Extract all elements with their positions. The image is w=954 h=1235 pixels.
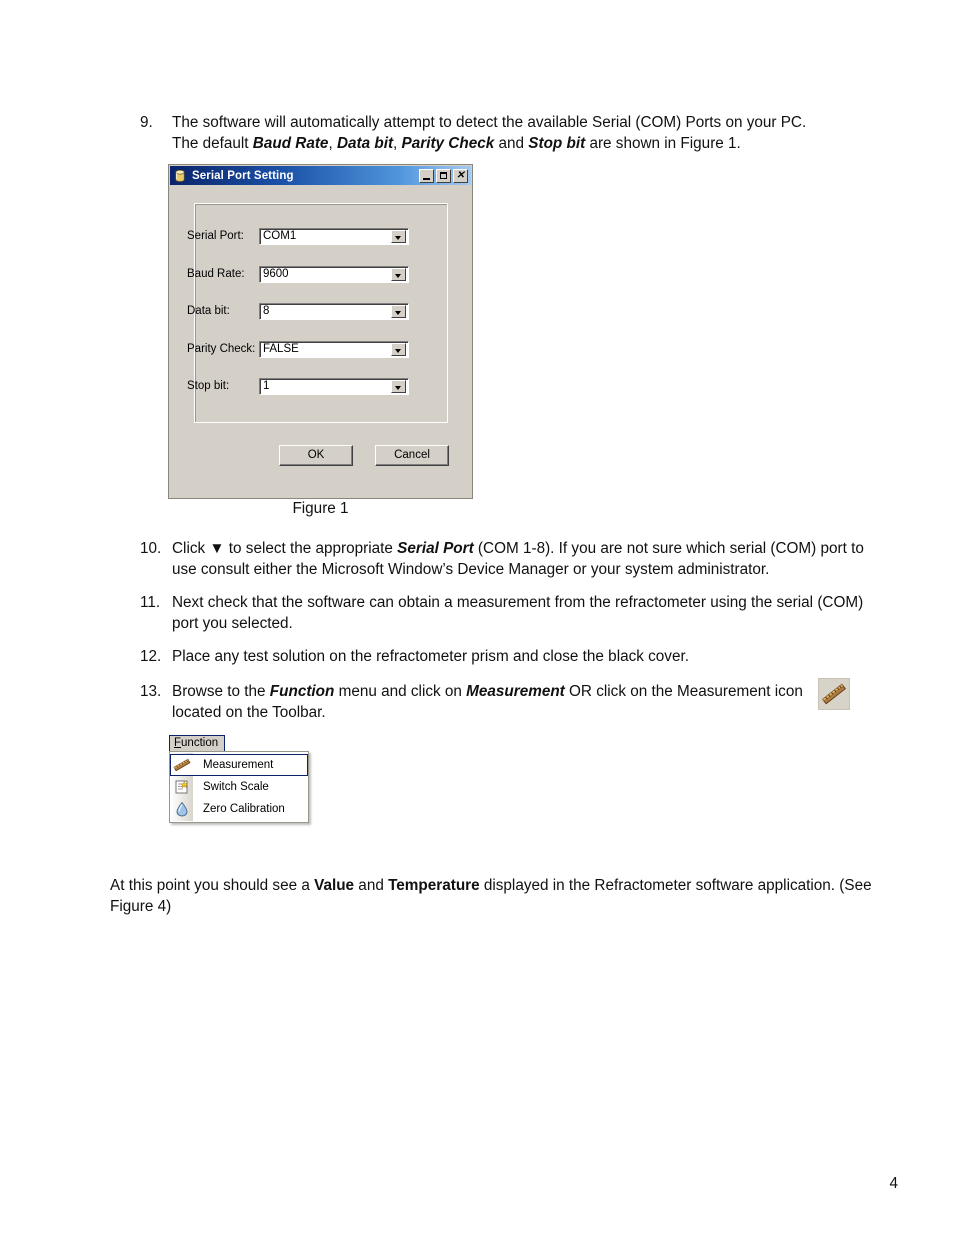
step-item-13: 13. Browse to the Function menu and clic… (140, 681, 840, 723)
dialog-title: Serial Port Setting (192, 169, 294, 182)
switch-scale-icon (171, 778, 193, 796)
step-text: Browse to the Function menu and click on… (172, 683, 803, 721)
ok-button[interactable]: OK (279, 445, 353, 466)
menu-item-zero-calibration[interactable]: Zero Calibration (170, 798, 308, 820)
data-bit-value: 8 (263, 305, 270, 317)
step-number: 12. (140, 648, 162, 665)
serial-port-setting-dialog: Serial Port Setting ✕ Serial Port: COM1 … (168, 164, 473, 499)
menu-title-function[interactable]: Function (169, 735, 225, 752)
water-droplet-icon (171, 800, 193, 818)
stop-bit-value: 1 (263, 380, 270, 392)
serial-port-value: COM1 (263, 230, 297, 242)
dialog-titlebar: Serial Port Setting ✕ (170, 166, 471, 185)
parity-check-label: Parity Check: (187, 343, 256, 355)
document-page: 9. The software will automatically attem… (0, 0, 954, 1235)
menu-item-measurement[interactable]: Measurement (170, 754, 308, 776)
chevron-down-icon[interactable] (391, 342, 406, 356)
step-number: 13. (140, 683, 162, 700)
chevron-down-icon[interactable] (391, 229, 406, 243)
chevron-down-icon[interactable] (391, 304, 406, 318)
chevron-down-icon[interactable] (391, 379, 406, 393)
step-text: The software will automatically attempt … (172, 114, 807, 152)
cancel-button[interactable]: Cancel (375, 445, 449, 466)
step-text: Click ▼ to select the appropriate Serial… (172, 540, 864, 578)
down-triangle-icon: ▼ (209, 540, 225, 557)
parity-check-combobox[interactable]: FALSE (259, 340, 409, 358)
data-bit-label: Data bit: (187, 305, 230, 317)
cylinder-database-icon (173, 169, 187, 183)
baud-rate-value: 9600 (263, 268, 289, 280)
field-baud-rate: Baud Rate: 9600 (187, 265, 409, 283)
measurement-toolbar-icon[interactable] (818, 678, 850, 710)
menu-item-label: Measurement (203, 759, 274, 771)
field-serial-port: Serial Port: COM1 (187, 227, 409, 245)
baud-rate-label: Baud Rate: (187, 268, 245, 280)
chevron-down-icon[interactable] (391, 267, 406, 281)
step-number: 10. (140, 540, 162, 557)
step-item-12: 12. Place any test solution on the refra… (140, 646, 885, 667)
field-data-bit: Data bit: 8 (187, 302, 409, 320)
menu-item-switch-scale[interactable]: Switch Scale (170, 776, 308, 798)
close-button[interactable]: ✕ (453, 168, 468, 183)
step-text: Next check that the software can obtain … (172, 594, 864, 632)
step-number: 9. (140, 114, 153, 131)
figure-caption: Figure 1 (292, 500, 349, 517)
menu-title-accesskey: F (174, 737, 182, 749)
field-parity-check: Parity Check: FALSE (187, 340, 409, 358)
step-item-11: 11. Next check that the software can obt… (140, 592, 885, 634)
serial-port-combobox[interactable]: COM1 (259, 227, 409, 245)
function-menu-panel: Measurement Switch Scale Zero Calibratio… (169, 751, 309, 823)
step-item-10: 10. Click ▼ to select the appropriate Se… (140, 538, 885, 580)
closing-paragraph: At this point you should see a Value and… (110, 877, 872, 915)
step-text: Place any test solution on the refractom… (172, 648, 689, 665)
stop-bit-label: Stop bit: (187, 380, 230, 392)
serial-port-label: Serial Port: (187, 230, 244, 242)
minimize-button[interactable] (419, 168, 434, 183)
function-menu: Function Measurement Switch Scale Zero C… (169, 735, 309, 823)
step-number: 11. (140, 594, 161, 611)
ruler-icon (822, 683, 846, 705)
maximize-button[interactable] (436, 168, 451, 183)
data-bit-combobox[interactable]: 8 (259, 302, 409, 320)
page-number: 4 (889, 1175, 898, 1192)
window-buttons: ✕ (419, 168, 468, 183)
baud-rate-combobox[interactable]: 9600 (259, 265, 409, 283)
ruler-icon (171, 756, 193, 774)
menu-item-label: Zero Calibration (203, 803, 285, 815)
menu-title-rest: unction (181, 737, 219, 749)
parity-check-value: FALSE (263, 343, 299, 355)
field-stop-bit: Stop bit: 1 (187, 377, 409, 395)
step-item-9: 9. The software will automatically attem… (140, 112, 830, 154)
dialog-button-row: OK Cancel (279, 445, 449, 466)
menu-item-label: Switch Scale (203, 781, 269, 793)
stop-bit-combobox[interactable]: 1 (259, 377, 409, 395)
